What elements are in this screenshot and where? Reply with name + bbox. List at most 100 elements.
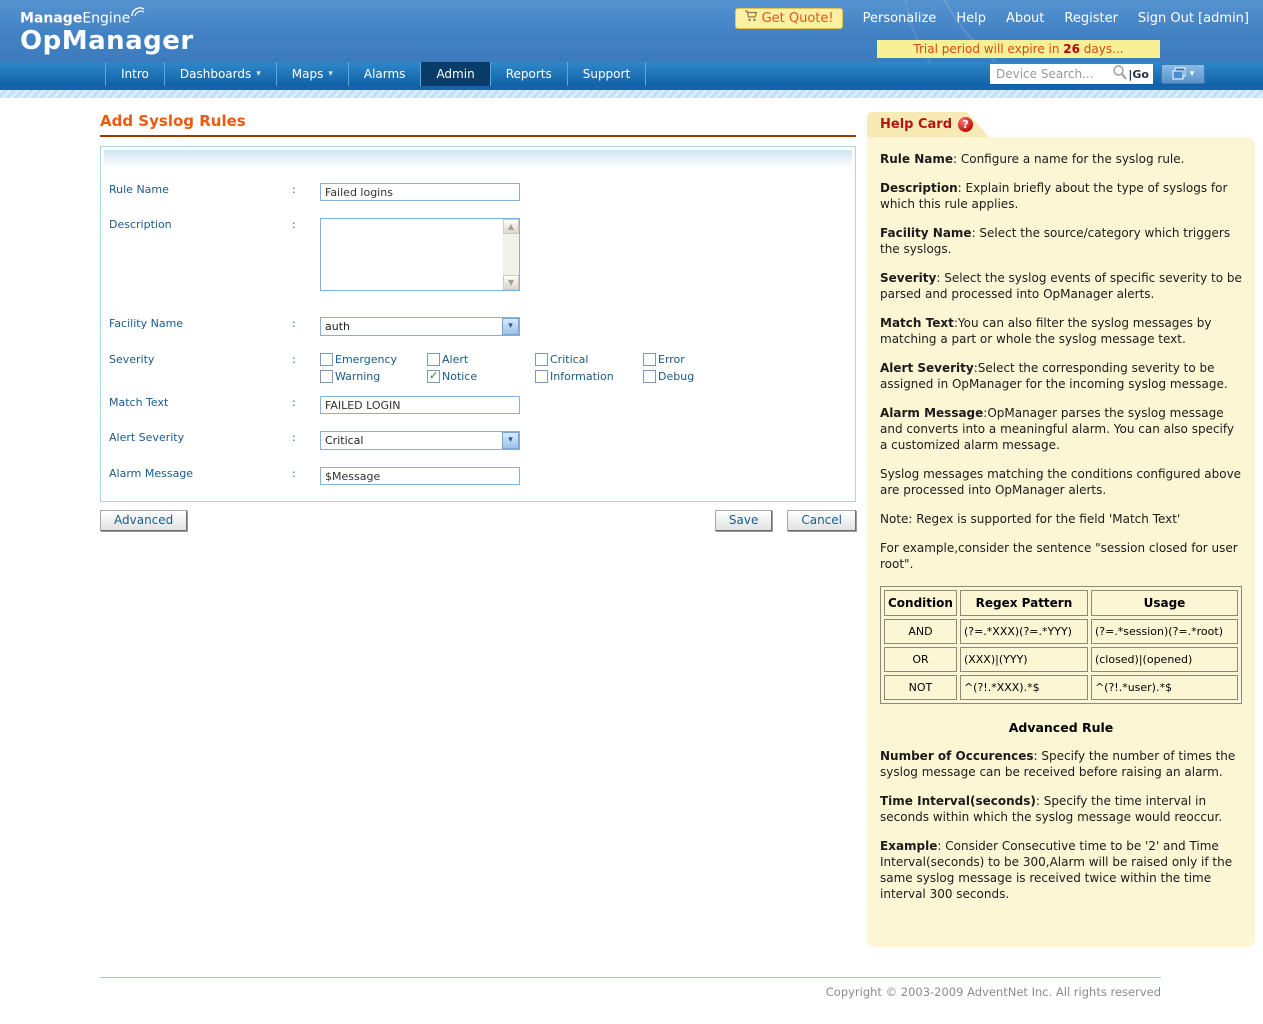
checkbox-alert[interactable]: Alert xyxy=(427,353,535,366)
cascade-windows-icon xyxy=(1172,65,1186,84)
checkbox-error[interactable]: Error xyxy=(643,353,753,366)
chevron-down-icon[interactable]: ▾ xyxy=(502,432,519,449)
rule-name-input[interactable] xyxy=(320,183,520,201)
tab-admin[interactable]: Admin xyxy=(420,62,490,86)
search-icon[interactable] xyxy=(1112,64,1128,84)
tab-label: Dashboards xyxy=(179,67,252,81)
advanced-rule-heading: Advanced Rule xyxy=(1008,720,1114,735)
cancel-button[interactable]: Cancel xyxy=(787,510,856,531)
copyright-text: Copyright © 2003-2009 AdventNet Inc. All… xyxy=(825,985,1161,999)
save-button[interactable]: Save xyxy=(714,510,773,531)
checkbox-box[interactable] xyxy=(427,369,440,383)
help-card-panel: Help Card ? Rule Name: Configure a name … xyxy=(867,112,1255,947)
textarea-scrollbar[interactable]: ▲ ▼ xyxy=(503,219,519,290)
checkbox-label: Critical xyxy=(550,353,589,366)
help-paragraph: Description: Explain briefly about the t… xyxy=(880,181,1228,211)
cell-usage: (closed)|(opened) xyxy=(1090,647,1238,672)
description-text xyxy=(321,219,503,290)
checkbox-warning[interactable]: Warning xyxy=(320,370,427,383)
checkbox-emergency[interactable]: Emergency xyxy=(320,353,427,366)
windows-menu-button[interactable]: ▾ xyxy=(1161,64,1205,84)
rule-name-label: Rule Name xyxy=(109,183,169,196)
cell-condition: OR xyxy=(884,647,957,672)
cell-regex: (XXX)|(YYY) xyxy=(959,647,1088,672)
table-row: AND (?=.*XXX)(?=.*YYY) (?=.*session)(?=.… xyxy=(884,619,1238,644)
get-quote-label: Get Quote! xyxy=(761,10,834,26)
trial-days: 26 xyxy=(1063,42,1080,56)
advanced-button[interactable]: Advanced xyxy=(100,510,188,531)
checkbox-notice[interactable]: Notice xyxy=(427,369,535,383)
alert-severity-value: Critical xyxy=(325,434,364,447)
checkbox-label: Alert xyxy=(442,353,469,366)
cell-usage: ^(?!.*user).*$ xyxy=(1090,675,1238,700)
question-mark-icon[interactable]: ? xyxy=(958,117,974,132)
alert-severity-select[interactable]: Critical ▾ xyxy=(320,431,520,450)
tab-maps[interactable]: Maps ▾ xyxy=(275,62,348,86)
alert-severity-label: Alert Severity xyxy=(109,431,185,444)
checkbox-box[interactable] xyxy=(535,370,548,383)
tab-intro[interactable]: Intro xyxy=(105,62,164,86)
checkbox-box[interactable] xyxy=(643,353,656,366)
cell-condition: NOT xyxy=(884,675,957,700)
link-help[interactable]: Help xyxy=(956,11,986,26)
severity-checkbox-grid: Emergency Alert Critical Error Warning N… xyxy=(320,353,855,383)
chevron-down-icon: ▾ xyxy=(1189,69,1195,79)
match-text-input[interactable] xyxy=(320,396,520,414)
checkbox-box[interactable] xyxy=(320,370,333,383)
form-header-bar xyxy=(104,150,852,166)
checkbox-box[interactable] xyxy=(535,353,548,366)
page-title: Add Syslog Rules xyxy=(100,112,856,137)
page-footer: Copyright © 2003-2009 AdventNet Inc. All… xyxy=(100,977,1161,999)
facility-name-row: Facility Name : auth ▾ xyxy=(109,317,855,336)
cell-usage: (?=.*session)(?=.*root) xyxy=(1090,619,1238,644)
tab-dashboards[interactable]: Dashboards ▾ xyxy=(163,62,276,86)
content-area: Add Syslog Rules Rule Name : Description… xyxy=(0,98,1263,947)
checkbox-box[interactable] xyxy=(320,353,333,366)
search-go-button[interactable]: |Go xyxy=(1128,68,1149,81)
colon: : xyxy=(292,317,296,330)
tab-label: Alarms xyxy=(363,67,406,81)
trial-expiry-banner: Trial period will expire in 26 days... xyxy=(877,40,1160,58)
link-personalize[interactable]: Personalize xyxy=(863,11,937,26)
syslog-rule-form: Rule Name : Description : ▲ ▼ xyxy=(100,146,856,502)
tab-alarms[interactable]: Alarms xyxy=(347,62,421,86)
tab-label: Maps xyxy=(291,67,324,81)
checkbox-debug[interactable]: Debug xyxy=(643,370,753,383)
help-card-tab: Help Card ? xyxy=(867,112,989,137)
checkbox-information[interactable]: Information xyxy=(535,370,643,383)
scroll-down-icon[interactable]: ▼ xyxy=(503,275,519,290)
app-logo: ManageEngine OpManager xyxy=(20,5,194,56)
scroll-track[interactable] xyxy=(503,234,519,275)
alarm-message-label: Alarm Message xyxy=(109,467,194,480)
help-paragraph: Alert Severity:Select the corresponding … xyxy=(880,361,1228,391)
tab-label: Intro xyxy=(121,67,149,81)
col-header-usage: Usage xyxy=(1090,590,1238,616)
device-search-input[interactable] xyxy=(996,67,1113,81)
link-register[interactable]: Register xyxy=(1064,11,1118,26)
alarm-message-input[interactable] xyxy=(320,467,520,485)
description-label: Description xyxy=(109,218,172,231)
scroll-up-icon[interactable]: ▲ xyxy=(503,219,519,234)
chevron-down-icon[interactable]: ▾ xyxy=(502,318,519,335)
description-textarea[interactable]: ▲ ▼ xyxy=(320,218,520,291)
match-text-label: Match Text xyxy=(109,396,169,409)
table-header-row: Condition Regex Pattern Usage xyxy=(884,590,1238,616)
link-sign-out[interactable]: Sign Out [admin] xyxy=(1138,11,1249,26)
help-paragraph: Alarm Message:OpManager parses the syslo… xyxy=(880,406,1235,452)
col-header-condition: Condition xyxy=(884,590,957,616)
help-paragraph: For example,consider the sentence "sessi… xyxy=(880,541,1238,571)
tab-support[interactable]: Support xyxy=(566,62,647,86)
syslog-rule-form-section: Add Syslog Rules Rule Name : Description… xyxy=(100,112,856,531)
help-paragraph: Match Text:You can also filter the syslo… xyxy=(880,316,1212,346)
tab-label: Admin xyxy=(436,67,475,81)
device-search-box: |Go xyxy=(990,64,1153,84)
checkbox-box[interactable] xyxy=(643,370,656,383)
checkbox-box[interactable] xyxy=(427,353,440,366)
tab-reports[interactable]: Reports xyxy=(489,62,567,86)
brand-light: Engine xyxy=(82,10,131,27)
facility-name-select[interactable]: auth ▾ xyxy=(320,317,520,336)
facility-name-label: Facility Name xyxy=(109,317,184,330)
link-about[interactable]: About xyxy=(1006,11,1044,26)
get-quote-button[interactable]: Get Quote! xyxy=(734,8,843,29)
checkbox-critical[interactable]: Critical xyxy=(535,353,643,366)
